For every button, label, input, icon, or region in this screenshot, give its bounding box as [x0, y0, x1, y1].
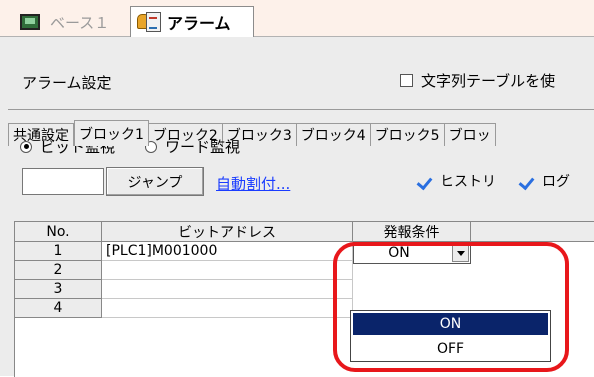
checkmark-icon	[520, 175, 536, 187]
tab-block-5[interactable]: ブロック5	[370, 123, 445, 146]
alarm-icon	[137, 12, 161, 32]
string-table-checkbox-label: 文字列テーブルを使	[421, 72, 556, 90]
column-header-no: No.	[15, 222, 102, 242]
auto-assign-link[interactable]: 自動割付...	[216, 173, 290, 194]
tab-block-4[interactable]: ブロック4	[296, 123, 371, 146]
condition-dropdown-value: ON	[388, 245, 410, 261]
row-number: 1	[15, 242, 102, 261]
condition-dropdown[interactable]: ON	[353, 242, 471, 264]
row-number: 4	[15, 299, 102, 318]
tab-alarm-label: アラーム	[167, 14, 231, 33]
bit-address-cell[interactable]	[102, 280, 353, 299]
screen-icon	[20, 14, 40, 30]
column-header-empty	[471, 222, 594, 242]
tab-base-1-label: ベース１	[50, 13, 110, 32]
bit-address-cell[interactable]	[102, 261, 353, 280]
jump-button[interactable]: ジャンプ	[106, 167, 204, 196]
log-toggle[interactable]: ログ	[520, 171, 570, 191]
bit-address-cell[interactable]	[102, 299, 353, 318]
checkbox-box[interactable]	[400, 74, 413, 87]
bit-monitor-radio[interactable]	[20, 140, 32, 153]
log-label: ログ	[542, 174, 570, 190]
row-number: 2	[15, 261, 102, 280]
condition-options-list: ON OFF	[350, 310, 551, 362]
checkmark-icon	[418, 175, 434, 187]
tab-block-6[interactable]: ブロッ	[444, 123, 496, 146]
tab-block-1[interactable]: ブロック1	[74, 120, 149, 146]
tab-base-1[interactable]: ベース１	[16, 8, 126, 36]
column-header-condition: 発報条件	[353, 222, 471, 242]
tab-alarm[interactable]: アラーム	[130, 6, 254, 37]
option-off[interactable]: OFF	[351, 337, 550, 361]
chevron-down-icon[interactable]	[452, 244, 469, 262]
column-header-bit-address: ビットアドレス	[102, 222, 353, 242]
word-monitor-label: ワード監視	[165, 138, 241, 156]
block-tab-bar: 共通設定 ブロック1 ブロック2 ブロック3 ブロック4 ブロック5 ブロッ	[8, 120, 496, 146]
string-table-checkbox[interactable]: 文字列テーブルを使	[400, 70, 555, 91]
panel-title: アラーム設定	[22, 74, 112, 92]
jump-address-input[interactable]	[22, 168, 104, 195]
tab-divider	[8, 109, 594, 110]
document-tab-bar: ベース１ アラーム	[0, 0, 594, 37]
option-on[interactable]: ON	[353, 313, 548, 335]
row-number: 3	[15, 280, 102, 299]
history-toggle[interactable]: ヒストリ	[418, 171, 496, 191]
history-label: ヒストリ	[440, 174, 496, 190]
bit-address-cell[interactable]: [PLC1]M001000	[102, 242, 353, 261]
